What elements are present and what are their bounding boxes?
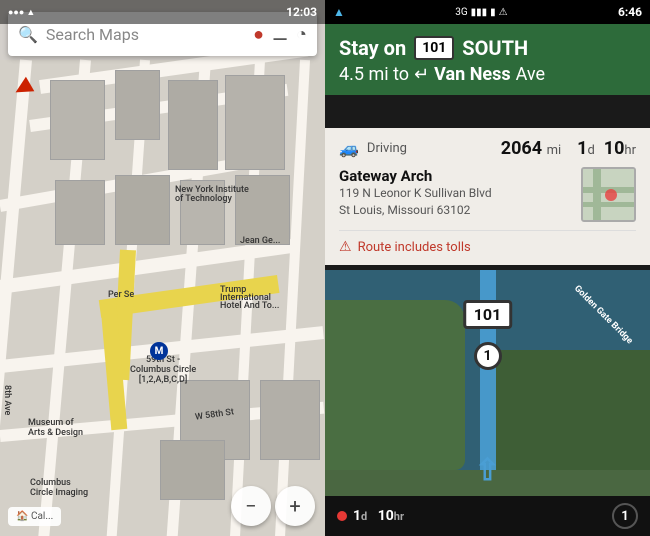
- driving-row: 🚙 Driving 2064 mi 1d 10hr: [339, 138, 636, 159]
- wifi-icon: ▲: [26, 7, 35, 18]
- map-bottom-controls: − +: [0, 486, 325, 526]
- street-name: Van Ness: [434, 64, 510, 85]
- location-pin-icon: ●: [253, 24, 264, 45]
- direction-label: SOUTH: [462, 36, 528, 60]
- thumbnail-svg: [583, 167, 634, 222]
- right-nav-panel: ▲ 3G ▮▮▮ ▮ ⚠ 6:46 Stay on 101 SOUTH 4.5 …: [325, 0, 650, 536]
- map-label-nyit2: of Technology: [175, 194, 232, 204]
- zoom-in-button[interactable]: +: [275, 486, 315, 526]
- nav-line1: Stay on 101 SOUTH: [339, 36, 636, 60]
- signal-bars-icon: ▮▮▮: [471, 7, 488, 18]
- compass-icon[interactable]: ◔: [296, 24, 307, 45]
- tolls-label: Route includes tolls: [358, 240, 471, 255]
- distance-label: 4.5 mi to: [339, 64, 409, 85]
- alarm-icon: ⚠: [499, 7, 508, 18]
- status-icons-right: 3G ▮▮▮ ▮ ⚠: [455, 7, 507, 18]
- turn-icon: ↵: [414, 64, 429, 85]
- layers-icon[interactable]: ⚊: [272, 24, 288, 45]
- nav-line2: 4.5 mi to ↵ Van Ness Ave: [339, 64, 636, 85]
- search-icon: 🔍: [18, 25, 38, 44]
- highway-sign-101: 101: [463, 300, 513, 329]
- left-map-panel: ●●● ▲ 12:03: [0, 0, 325, 536]
- destination-address2: St Louis, Missouri 63102: [339, 202, 492, 219]
- status-icons-left: ●●● ▲: [8, 7, 35, 18]
- search-placeholder: Search Maps: [46, 25, 245, 44]
- network-type: 3G: [455, 7, 467, 18]
- metro-badge: M: [150, 342, 168, 360]
- map-3d-view: M New York Institute of Technology Jean …: [0, 0, 325, 536]
- street-suffix: Ave: [516, 64, 545, 85]
- tolls-icon: ⚠: [339, 239, 352, 255]
- destination-name: Gateway Arch: [339, 167, 492, 185]
- recording-indicator: [337, 511, 347, 521]
- total-distance: 2064 mi: [501, 138, 561, 159]
- map-label-museum: Museum ofArts & Design: [28, 418, 83, 438]
- highway-101-badge: 101: [414, 36, 454, 60]
- stay-on-label: Stay on: [339, 36, 406, 60]
- zoom-out-button[interactable]: −: [231, 486, 271, 526]
- navigation-arrow-icon: ▲: [333, 5, 345, 19]
- battery-icon: ▮: [490, 7, 496, 18]
- zoom-controls: − +: [231, 486, 315, 526]
- signal-icon: ●●●: [8, 7, 24, 18]
- destination-address1: 119 N Leonor K Sullivan Blvd: [339, 185, 492, 202]
- driving-mode-label: Driving: [367, 141, 407, 156]
- map-label-trump3: Hotel And To...: [220, 301, 279, 311]
- tolls-row: ⚠ Route includes tolls: [339, 230, 636, 255]
- destination-thumbnail[interactable]: [581, 167, 636, 222]
- destination-text: Gateway Arch 119 N Leonor K Sullivan Blv…: [339, 167, 492, 219]
- destination-row: Gateway Arch 119 N Leonor K Sullivan Blv…: [339, 167, 636, 222]
- total-time: 1d 10hr: [577, 138, 636, 159]
- satellite-map-view: ⇧ 101 1 Golden Gate Bridge: [325, 270, 650, 496]
- map-label-8thave: 8th Ave: [2, 385, 12, 415]
- status-bar-right: ▲ 3G ▮▮▮ ▮ ⚠ 6:46: [325, 0, 650, 24]
- nav-instruction-card: Stay on 101 SOUTH 4.5 mi to ↵ Van Ness A…: [325, 24, 650, 95]
- route-up-arrow: ⇧: [475, 453, 500, 488]
- clock-left: 12:03: [286, 5, 317, 19]
- map-label-columbus-station: 59th St -Columbus Circle[1,2,A,B,C,D]: [130, 355, 196, 385]
- page-indicator[interactable]: 1: [612, 503, 638, 529]
- map-label-perse: Per Se: [108, 290, 134, 300]
- clock-right: 6:46: [618, 5, 642, 19]
- nav-bottom-bar: 1d 10hr 1: [325, 496, 650, 536]
- car-icon: 🚙: [339, 139, 359, 158]
- highway-sign-1: 1: [474, 342, 502, 370]
- map-label-jean: Jean Ge...: [240, 236, 280, 246]
- eta-display: 1d 10hr: [353, 508, 404, 524]
- route-info-box: 🚙 Driving 2064 mi 1d 10hr Gateway Arch 1…: [325, 128, 650, 265]
- status-bar-left: ●●● ▲ 12:03: [0, 0, 325, 24]
